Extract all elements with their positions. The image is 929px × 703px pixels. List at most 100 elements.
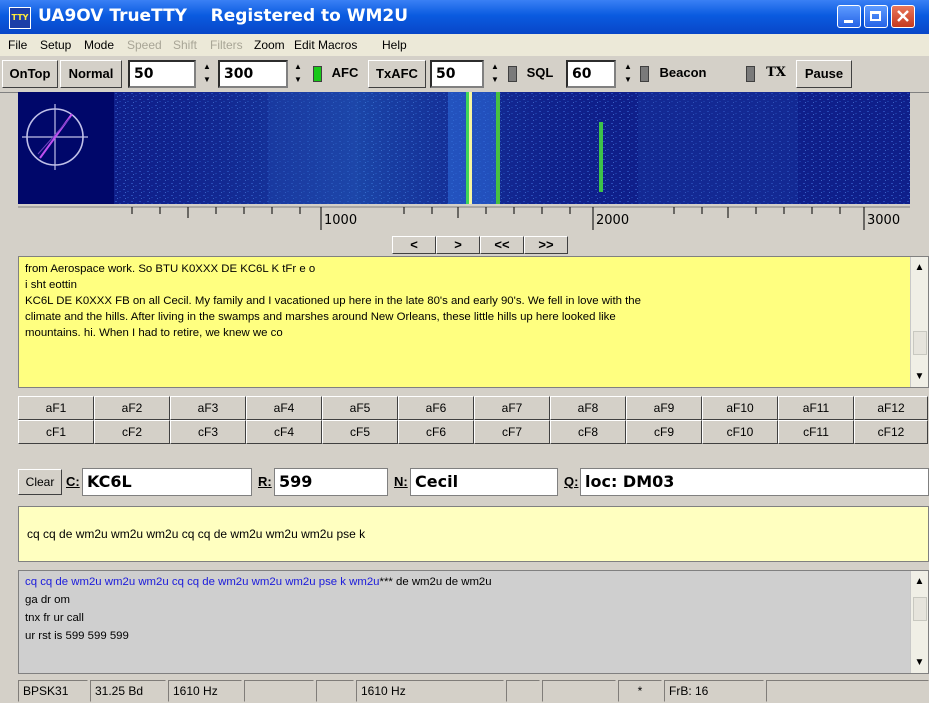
spin3-arrows[interactable]: ▲ ▼ xyxy=(486,60,504,88)
minimize-icon xyxy=(844,20,853,23)
scroll-down-icon[interactable]: ▼ xyxy=(911,654,928,671)
macro-af8-button[interactable]: aF8 xyxy=(550,396,626,420)
macro-af2-button[interactable]: aF2 xyxy=(94,396,170,420)
macro-cf8-button[interactable]: cF8 xyxy=(550,420,626,444)
nav-fast-right-button[interactable]: >> xyxy=(524,236,568,254)
transmit-log: cq cq de wm2u wm2u wm2u cq cq de wm2u wm… xyxy=(25,573,492,645)
rst-field[interactable]: 599 xyxy=(274,468,388,496)
log-sent-text: cq cq de wm2u wm2u wm2u cq cq de wm2u wm… xyxy=(25,576,380,588)
scale-label-2000: 2000 xyxy=(596,213,630,228)
rx-line: from Aerospace work. So BTU K0XXX DE KC6… xyxy=(25,263,316,275)
macro-af10-button[interactable]: aF10 xyxy=(702,396,778,420)
macro-af12-button[interactable]: aF12 xyxy=(854,396,928,420)
menu-speed[interactable]: Speed xyxy=(127,38,162,52)
menu-mode[interactable]: Mode xyxy=(84,38,114,52)
spin-field-3[interactable]: 50 xyxy=(430,60,484,88)
receive-text-area[interactable]: from Aerospace work. So BTU K0XXX DE KC6… xyxy=(18,256,929,388)
log-line: ur rst is 599 599 599 xyxy=(25,630,129,642)
macro-af11-button[interactable]: aF11 xyxy=(778,396,854,420)
close-button[interactable] xyxy=(891,5,915,28)
menu-filters[interactable]: Filters xyxy=(210,38,243,52)
macro-af4-button[interactable]: aF4 xyxy=(246,396,322,420)
rx-scrollbar[interactable]: ▲ ▼ xyxy=(910,257,928,387)
transmit-text-area[interactable]: cq cq de wm2u wm2u wm2u cq cq de wm2u wm… xyxy=(18,506,929,562)
macro-cf11-button[interactable]: cF11 xyxy=(778,420,854,444)
status-mode: BPSK31 xyxy=(18,680,88,702)
nav-fast-left-button[interactable]: << xyxy=(480,236,524,254)
arrow-up-icon: ▲ xyxy=(294,62,302,71)
spin4-arrows[interactable]: ▲ ▼ xyxy=(619,60,637,88)
macro-cf2-button[interactable]: cF2 xyxy=(94,420,170,444)
sql-checkbox[interactable]: SQL xyxy=(518,60,562,88)
menu-setup[interactable]: Setup xyxy=(40,38,71,52)
call-field[interactable]: KC6L xyxy=(82,468,252,496)
sql-led xyxy=(508,66,517,82)
arrow-up-icon: ▲ xyxy=(203,62,211,71)
afc-led xyxy=(313,66,322,82)
spin2-arrows[interactable]: ▲ ▼ xyxy=(289,60,307,88)
spin-field-2[interactable]: 300 xyxy=(218,60,288,88)
call-label: C: xyxy=(66,474,80,489)
minimize-button[interactable] xyxy=(837,5,861,28)
macro-af5-button[interactable]: aF5 xyxy=(322,396,398,420)
qth-label: Q: xyxy=(564,474,579,489)
macro-cf1-button[interactable]: cF1 xyxy=(18,420,94,444)
arrow-up-icon: ▲ xyxy=(491,62,499,71)
rx-line: climate and the hills. After living in t… xyxy=(25,311,616,323)
scroll-thumb[interactable] xyxy=(913,331,927,355)
macro-af6-button[interactable]: aF6 xyxy=(398,396,474,420)
menu-help[interactable]: Help xyxy=(382,38,407,52)
menu-shift[interactable]: Shift xyxy=(173,38,197,52)
app-icon[interactable]: TTY xyxy=(9,7,31,29)
waterfall-display[interactable] xyxy=(18,92,910,204)
macro-af9-button[interactable]: aF9 xyxy=(626,396,702,420)
scroll-up-icon[interactable]: ▲ xyxy=(911,573,928,590)
maximize-button[interactable] xyxy=(864,5,888,28)
nav-left-button[interactable]: < xyxy=(392,236,436,254)
title-bar[interactable]: TTY UA9OV TrueTTY Registered to WM2U xyxy=(0,0,929,34)
scroll-down-icon[interactable]: ▼ xyxy=(911,368,928,385)
macro-af1-button[interactable]: aF1 xyxy=(18,396,94,420)
menu-file[interactable]: File xyxy=(8,38,27,52)
spin-field-4[interactable]: 60 xyxy=(566,60,616,88)
qso-info-row: Clear C: KC6L R: 599 N: Cecil Q: loc: DM… xyxy=(18,468,929,496)
macro-cf5-button[interactable]: cF5 xyxy=(322,420,398,444)
normal-button[interactable]: Normal xyxy=(60,60,122,88)
scroll-thumb[interactable] xyxy=(913,597,927,621)
status-empty-3 xyxy=(506,680,540,702)
status-empty-2 xyxy=(316,680,354,702)
beacon-checkbox[interactable]: Beacon xyxy=(650,60,716,88)
spin1-arrows[interactable]: ▲ ▼ xyxy=(198,60,216,88)
spin-field-1[interactable]: 50 xyxy=(128,60,196,88)
pause-button[interactable]: Pause xyxy=(796,60,852,88)
nav-right-button[interactable]: > xyxy=(436,236,480,254)
menu-zoom[interactable]: Zoom xyxy=(254,38,285,52)
macro-cf6-button[interactable]: cF6 xyxy=(398,420,474,444)
toolbar: OnTop Normal 50 ▲ ▼ 300 ▲ ▼ AFC TxAFC 50 ▲… xyxy=(0,56,929,93)
log-scrollbar[interactable]: ▲ ▼ xyxy=(910,571,928,673)
menu-edit-macros[interactable]: Edit Macros xyxy=(294,38,357,52)
ontop-button[interactable]: OnTop xyxy=(2,60,58,88)
arrow-down-icon: ▼ xyxy=(203,75,211,84)
status-empty-4 xyxy=(542,680,616,702)
macro-af3-button[interactable]: aF3 xyxy=(170,396,246,420)
macro-cf12-button[interactable]: cF12 xyxy=(854,420,928,444)
afc-checkbox[interactable]: AFC xyxy=(324,60,366,88)
arrow-up-icon: ▲ xyxy=(624,62,632,71)
phase-scope-icon xyxy=(22,104,88,170)
frequency-scale[interactable]: 1000 2000 3000 xyxy=(18,204,910,236)
macro-cf7-button[interactable]: cF7 xyxy=(474,420,550,444)
macro-cf3-button[interactable]: cF3 xyxy=(170,420,246,444)
macro-cf4-button[interactable]: cF4 xyxy=(246,420,322,444)
transmit-log-area[interactable]: cq cq de wm2u wm2u wm2u cq cq de wm2u wm… xyxy=(18,570,929,674)
macro-af7-button[interactable]: aF7 xyxy=(474,396,550,420)
tx-checkbox[interactable]: TX xyxy=(758,60,794,88)
macro-cf10-button[interactable]: cF10 xyxy=(702,420,778,444)
name-label: N: xyxy=(394,474,408,489)
name-field[interactable]: Cecil xyxy=(410,468,558,496)
clear-button[interactable]: Clear xyxy=(18,469,62,495)
macro-cf9-button[interactable]: cF9 xyxy=(626,420,702,444)
txafc-button[interactable]: TxAFC xyxy=(368,60,426,88)
scroll-up-icon[interactable]: ▲ xyxy=(911,259,928,276)
qth-field[interactable]: loc: DM03 xyxy=(580,468,929,496)
